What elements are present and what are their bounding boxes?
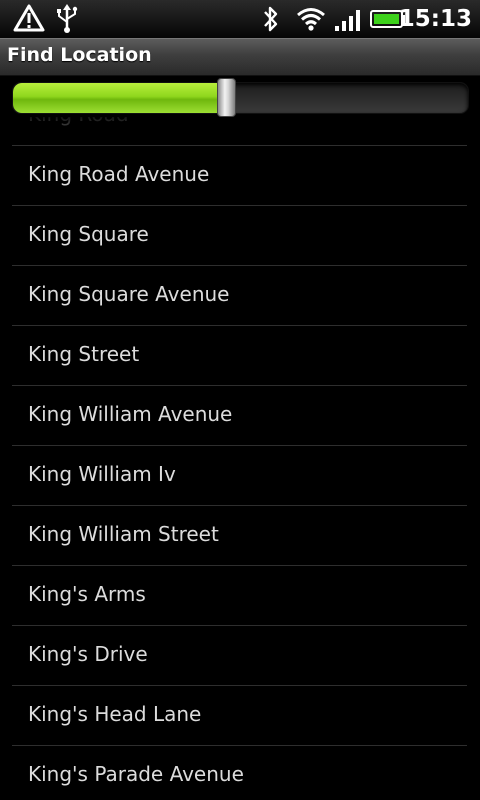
list-item-label: King Square — [28, 222, 149, 246]
status-bar: 15:13 — [0, 0, 480, 39]
list-item-label: King William Iv — [28, 462, 176, 486]
list-item-label: King William Avenue — [28, 402, 233, 426]
list-item-label: King's Arms — [28, 582, 146, 606]
list-item[interactable]: King Road Avenue — [12, 146, 467, 206]
list-item[interactable]: King Road — [12, 117, 467, 146]
list-item[interactable]: King William Street — [12, 506, 467, 566]
list-item[interactable]: King's Drive — [12, 626, 467, 686]
progress-fill — [13, 83, 227, 113]
list-item-label: King's Head Lane — [28, 702, 202, 726]
list-item-label: King's Parade Avenue — [28, 762, 244, 786]
slider-thumb[interactable] — [216, 78, 236, 117]
wifi-icon — [296, 4, 326, 38]
list-item[interactable]: King Street — [12, 326, 467, 386]
list-item[interactable]: King Square — [12, 206, 467, 266]
warning-icon — [13, 4, 45, 36]
list-item-label: King William Street — [28, 522, 219, 546]
list-item[interactable]: King William Iv — [12, 446, 467, 506]
list-item-label: King Street — [28, 342, 140, 366]
page-title: Find Location — [7, 44, 152, 66]
list-item-label: King's Drive — [28, 642, 148, 666]
list-item[interactable]: King's Arms — [12, 566, 467, 626]
list-item-label: King Road Avenue — [28, 162, 210, 186]
signal-icon — [334, 4, 364, 38]
list-item[interactable]: King Square Avenue — [12, 266, 467, 326]
location-list[interactable]: King Road King Road Avenue King Square K… — [0, 117, 480, 800]
bluetooth-icon — [261, 4, 281, 38]
progress-bar[interactable] — [12, 82, 469, 114]
list-item[interactable]: King's Head Lane — [12, 686, 467, 746]
list-item[interactable]: King William Avenue — [12, 386, 467, 446]
list-item[interactable]: King's Parade Avenue — [12, 746, 467, 800]
clock-time: 15:13 — [398, 6, 472, 32]
usb-icon — [55, 4, 79, 38]
list-item-label: King Road — [28, 117, 129, 126]
list-item-label: King Square Avenue — [28, 282, 230, 306]
title-bar: Find Location — [0, 38, 480, 76]
